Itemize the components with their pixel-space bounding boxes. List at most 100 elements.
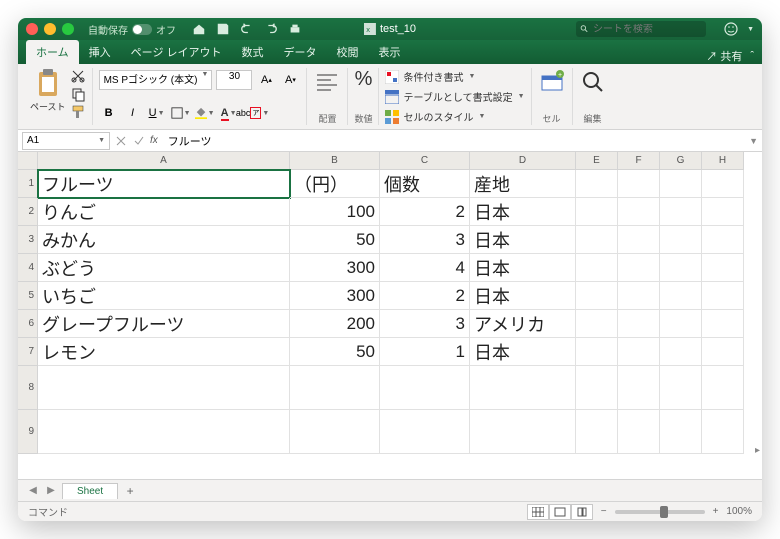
cell[interactable]: [576, 170, 618, 198]
select-all-corner[interactable]: [18, 152, 38, 170]
cell[interactable]: [660, 338, 702, 366]
cut-icon[interactable]: [70, 68, 86, 84]
cell[interactable]: [618, 254, 660, 282]
cell[interactable]: グレープフルーツ: [38, 310, 290, 338]
page-layout-view-button[interactable]: [549, 504, 571, 520]
decrease-font-icon[interactable]: A▾: [280, 70, 300, 90]
font-size-select[interactable]: 30: [216, 70, 252, 90]
cell[interactable]: [660, 254, 702, 282]
cell[interactable]: [290, 366, 380, 410]
cell[interactable]: 300: [290, 282, 380, 310]
smile-icon[interactable]: [723, 21, 739, 37]
sheet-next-button[interactable]: ▶: [44, 484, 58, 498]
autosave-toggle[interactable]: 自動保存 オフ: [88, 22, 176, 37]
cell[interactable]: 200: [290, 310, 380, 338]
cell[interactable]: 日本: [470, 198, 576, 226]
row-header[interactable]: 5: [18, 282, 38, 310]
cell[interactable]: 日本: [470, 254, 576, 282]
cell[interactable]: 100: [290, 198, 380, 226]
cell[interactable]: [576, 366, 618, 410]
cell[interactable]: りんご: [38, 198, 290, 226]
home-icon[interactable]: [192, 22, 206, 36]
cell[interactable]: 3: [380, 310, 470, 338]
cell[interactable]: [618, 170, 660, 198]
bold-button[interactable]: B: [99, 103, 119, 123]
table-format-button[interactable]: テーブルとして書式設定▼: [385, 88, 524, 105]
column-header[interactable]: B: [290, 152, 380, 170]
undo-icon[interactable]: [240, 22, 254, 36]
enter-icon[interactable]: [132, 134, 146, 148]
page-break-view-button[interactable]: [571, 504, 593, 520]
close-window-button[interactable]: [26, 23, 38, 35]
cell[interactable]: [660, 410, 702, 454]
cell[interactable]: 日本: [470, 226, 576, 254]
chevron-down-icon[interactable]: ▼: [747, 26, 754, 33]
cell[interactable]: [702, 254, 744, 282]
cell[interactable]: 個数: [380, 170, 470, 198]
cell-styles-button[interactable]: セルのスタイル▼: [385, 108, 524, 125]
cell[interactable]: [702, 338, 744, 366]
cell[interactable]: [290, 410, 380, 454]
cell[interactable]: （円）: [290, 170, 380, 198]
row-header[interactable]: 4: [18, 254, 38, 282]
cell[interactable]: 3: [380, 226, 470, 254]
cell[interactable]: 2: [380, 282, 470, 310]
sheet-tab[interactable]: Sheet: [62, 483, 118, 499]
cell[interactable]: [380, 410, 470, 454]
tab-data[interactable]: データ: [274, 40, 327, 64]
cell[interactable]: [618, 282, 660, 310]
cell[interactable]: レモン: [38, 338, 290, 366]
collapse-ribbon-icon[interactable]: ˆ: [750, 50, 754, 62]
share-button[interactable]: ↗ 共有: [706, 48, 742, 64]
cell[interactable]: 2: [380, 198, 470, 226]
normal-view-button[interactable]: [527, 504, 549, 520]
column-header[interactable]: A: [38, 152, 290, 170]
cell[interactable]: [660, 170, 702, 198]
phonetic-button[interactable]: abcア▼: [243, 103, 263, 123]
cell[interactable]: [660, 226, 702, 254]
column-header[interactable]: H: [702, 152, 744, 170]
row-header[interactable]: 3: [18, 226, 38, 254]
cell[interactable]: [660, 366, 702, 410]
add-sheet-button[interactable]: +: [122, 483, 138, 499]
expand-formula-icon[interactable]: ▼: [749, 136, 758, 146]
cell[interactable]: フルーツ: [38, 170, 290, 198]
tab-formulas[interactable]: 数式: [232, 40, 274, 64]
cell[interactable]: 300: [290, 254, 380, 282]
cell[interactable]: [618, 198, 660, 226]
column-header[interactable]: E: [576, 152, 618, 170]
underline-button[interactable]: U▼: [147, 103, 167, 123]
cell[interactable]: [702, 366, 744, 410]
cell[interactable]: [702, 310, 744, 338]
row-header[interactable]: 8: [18, 366, 38, 410]
cell[interactable]: [618, 410, 660, 454]
increase-font-icon[interactable]: A▴: [256, 70, 276, 90]
cell[interactable]: 50: [290, 338, 380, 366]
search-box[interactable]: [576, 21, 706, 37]
save-icon[interactable]: [216, 22, 230, 36]
cell[interactable]: [660, 282, 702, 310]
zoom-level[interactable]: 100%: [726, 506, 752, 517]
cell[interactable]: [618, 366, 660, 410]
cell[interactable]: [618, 226, 660, 254]
cell[interactable]: [702, 170, 744, 198]
cell[interactable]: [576, 410, 618, 454]
format-painter-icon[interactable]: [70, 104, 86, 120]
column-header[interactable]: C: [380, 152, 470, 170]
cell[interactable]: [576, 254, 618, 282]
cell[interactable]: [618, 338, 660, 366]
zoom-in-button[interactable]: +: [713, 506, 719, 517]
column-header[interactable]: G: [660, 152, 702, 170]
row-header[interactable]: 6: [18, 310, 38, 338]
cell[interactable]: [702, 282, 744, 310]
find-icon[interactable]: [579, 68, 607, 96]
font-name-select[interactable]: MS Pゴシック (本文)▼: [99, 70, 213, 90]
cell[interactable]: 日本: [470, 282, 576, 310]
cell[interactable]: 産地: [470, 170, 576, 198]
cell[interactable]: [38, 410, 290, 454]
cell[interactable]: [576, 198, 618, 226]
cell[interactable]: [576, 338, 618, 366]
cell[interactable]: [380, 366, 470, 410]
cell[interactable]: [38, 366, 290, 410]
cell[interactable]: 50: [290, 226, 380, 254]
